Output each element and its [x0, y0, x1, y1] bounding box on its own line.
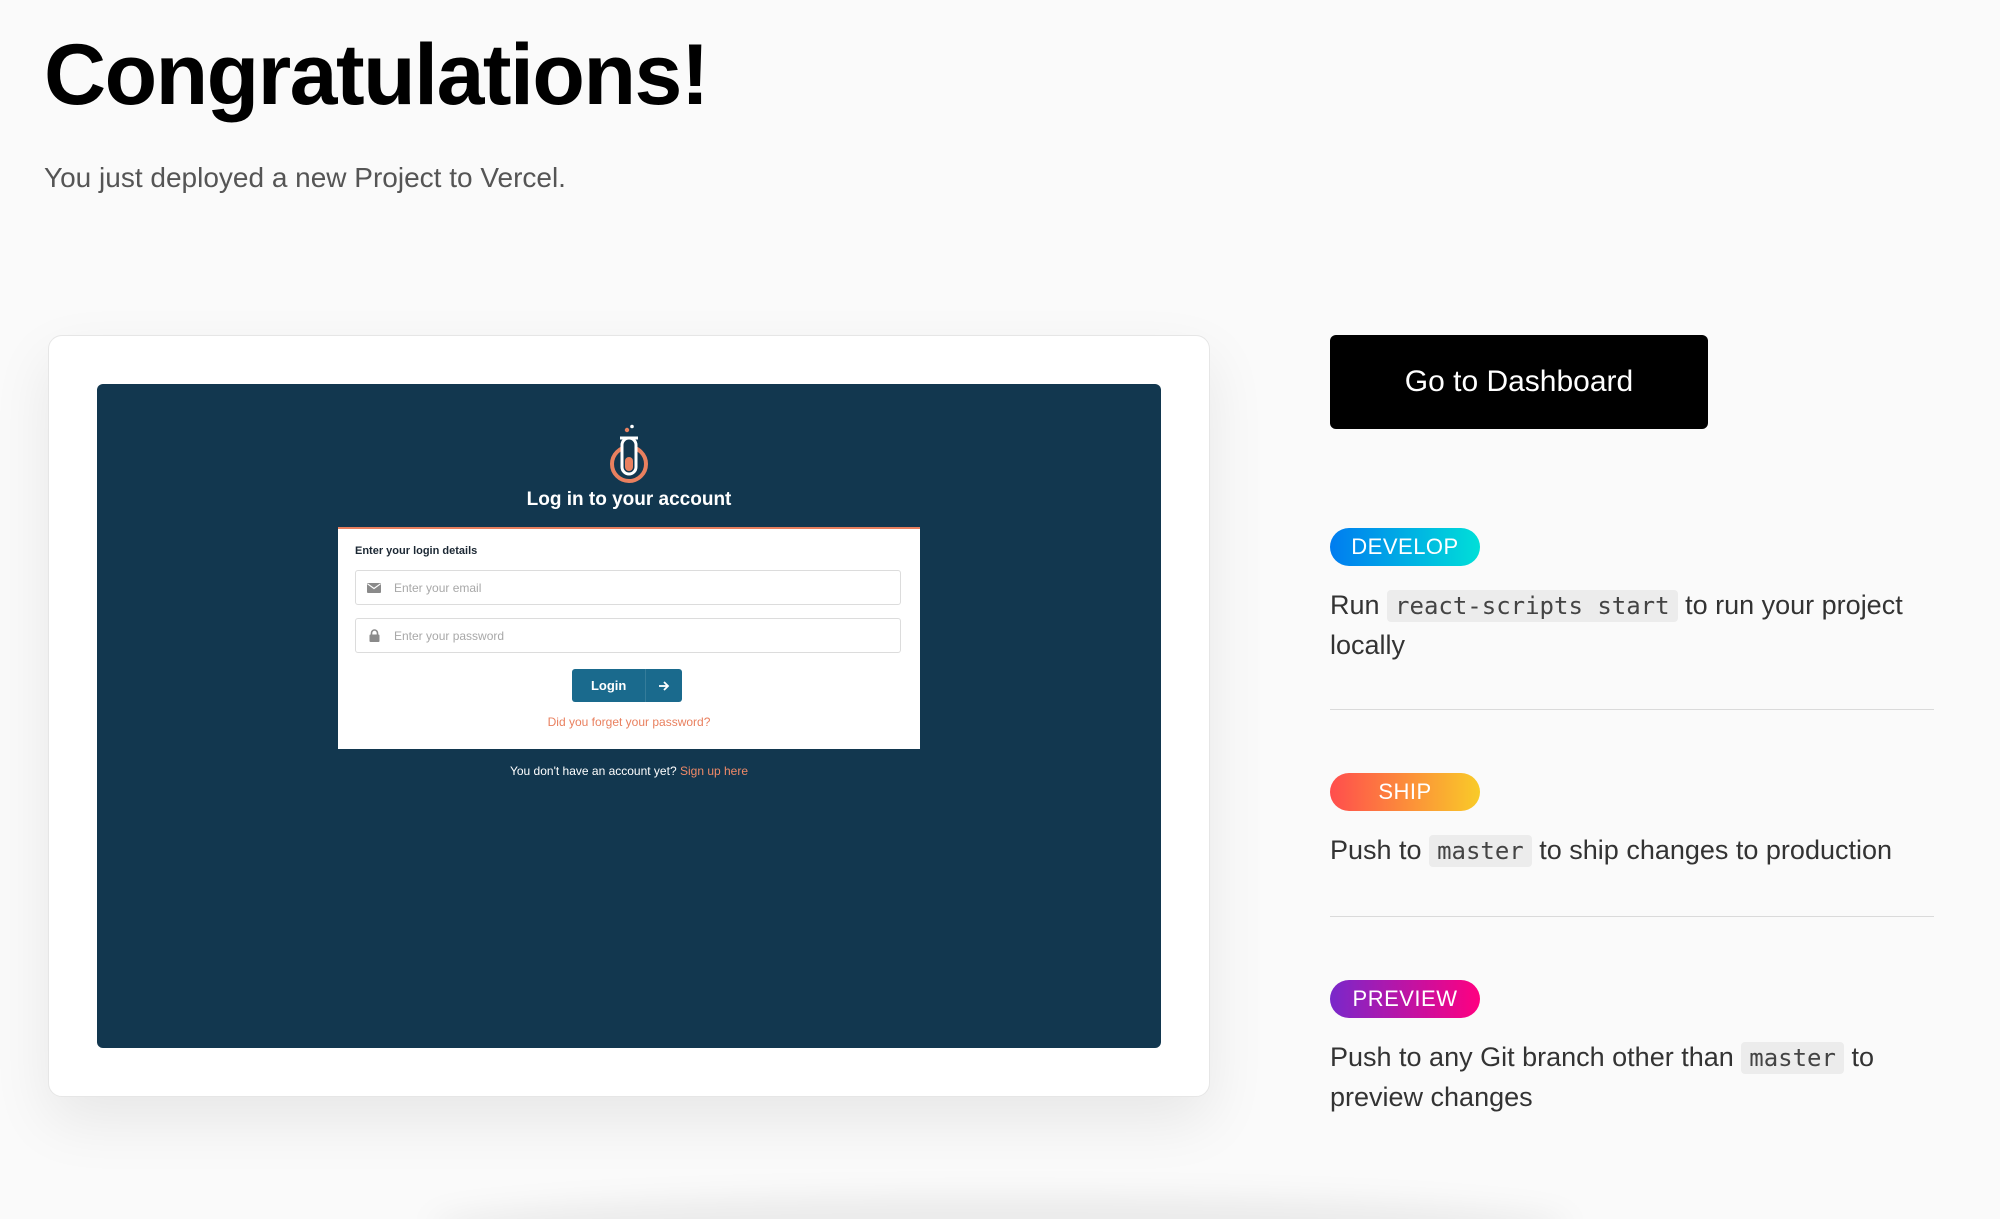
- password-field[interactable]: [355, 618, 901, 653]
- login-heading: Log in to your account: [526, 489, 732, 510]
- step-divider: [1330, 709, 1934, 710]
- ship-badge: SHIP: [1330, 773, 1480, 811]
- page-subtitle: You just deployed a new Project to Verce…: [44, 162, 566, 193]
- go-to-dashboard-button[interactable]: Go to Dashboard: [1330, 335, 1708, 429]
- step-preview: PREVIEW Push to any Git branch other tha…: [1330, 980, 1934, 1117]
- signup-link[interactable]: Sign up here: [680, 764, 748, 778]
- develop-description: Run react-scripts start to run your proj…: [1330, 590, 1903, 660]
- ship-description: Push to master to ship changes to produc…: [1330, 835, 1893, 867]
- login-button[interactable]: Login: [572, 669, 682, 702]
- congratulations-page: Congratulations! You just deployed a new…: [0, 0, 2000, 1219]
- envelope-icon: [356, 582, 392, 593]
- signup-text: You don't have an account yet?: [509, 764, 677, 778]
- login-button-label: Login: [590, 678, 627, 693]
- deployment-screenshot: Log in to your account Enter your login …: [97, 384, 1161, 1048]
- step-divider: [1330, 916, 1934, 917]
- page-title: Congratulations!: [44, 27, 709, 123]
- email-input[interactable]: [392, 579, 900, 596]
- ship-branch-code: master: [1429, 835, 1532, 867]
- step-ship: SHIP Push to master to ship changes to p…: [1330, 773, 1934, 871]
- lock-icon: [356, 629, 392, 642]
- preview-badge: PREVIEW: [1330, 980, 1480, 1018]
- preview-branch-code: master: [1741, 1042, 1844, 1074]
- email-field[interactable]: [355, 570, 901, 605]
- forgot-password-link[interactable]: Did you forget your password?: [338, 715, 920, 729]
- develop-command-code: react-scripts start: [1387, 590, 1678, 622]
- bottom-shadow: [430, 1195, 1570, 1219]
- develop-badge: DEVELOP: [1330, 528, 1480, 566]
- deployment-preview-card[interactable]: Log in to your account Enter your login …: [48, 335, 1210, 1097]
- arrow-right-icon: [645, 669, 682, 702]
- login-details-label: Enter your login details: [355, 545, 478, 557]
- signup-prompt: You don't have an account yet? Sign up h…: [97, 764, 1161, 778]
- password-input[interactable]: [392, 627, 900, 644]
- step-develop: DEVELOP Run react-scripts start to run y…: [1330, 528, 1934, 665]
- flask-logo-icon: [610, 424, 648, 483]
- login-form: Enter your login details Enter your emai…: [338, 527, 920, 749]
- preview-description: Push to any Git branch other than master…: [1330, 1042, 1874, 1112]
